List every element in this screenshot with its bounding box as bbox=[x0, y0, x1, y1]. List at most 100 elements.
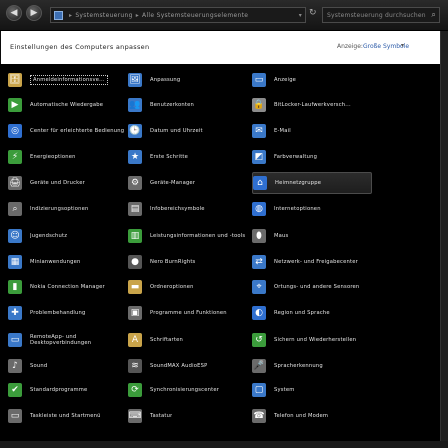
programs-features-icon: ▣ bbox=[128, 306, 142, 320]
search-input[interactable]: Systemsteuerung durchsuchen ⌕ bbox=[322, 7, 440, 23]
page-header: Einstellungen des Computers anpassen Anz… bbox=[1, 31, 440, 64]
control-panel-item[interactable]: 🔒 BitLocker-Laufwerkversch... bbox=[252, 94, 372, 116]
control-panel-item[interactable]: ⌕ Indizierungsoptionen bbox=[8, 198, 128, 220]
control-panel-item[interactable]: ▢ System bbox=[252, 379, 372, 401]
sensors-icon: ⌖ bbox=[252, 280, 266, 294]
chevron-down-icon[interactable]: ▾ bbox=[401, 42, 404, 49]
control-panel-item[interactable]: 🗄 Anmeldeinformationsve... bbox=[8, 69, 128, 91]
breadcrumb-item[interactable]: Systemsteuerung bbox=[75, 12, 132, 19]
control-panel-item[interactable]: ✔ Standardprogramme bbox=[8, 379, 128, 401]
bottom-edge bbox=[0, 441, 448, 448]
color-management-icon: ◩ bbox=[252, 150, 266, 164]
control-panel-item[interactable]: ◐ Region und Sprache bbox=[252, 302, 372, 324]
forward-button[interactable]: ▶ bbox=[26, 5, 42, 21]
fonts-icon: A bbox=[128, 333, 142, 347]
region-language-icon: ◐ bbox=[252, 306, 266, 320]
control-panel-item[interactable]: ◍ Internetoptionen bbox=[252, 198, 372, 220]
item-label: Region und Sprache bbox=[274, 309, 330, 316]
breadcrumb-chevron-icon: ▸ bbox=[69, 11, 73, 19]
item-label: Datum und Uhrzeit bbox=[150, 127, 203, 134]
control-panel-item[interactable]: ▥ Leistungsinformationen und -tools bbox=[128, 225, 250, 247]
notification-area-icon: ▤ bbox=[128, 202, 142, 216]
sync-center-icon: ⟳ bbox=[128, 383, 142, 397]
device-manager-icon: ⚙ bbox=[128, 176, 142, 190]
control-panel-item[interactable]: ✚ Problembehandlung bbox=[8, 302, 128, 324]
folder-options-icon: ▬ bbox=[128, 280, 142, 294]
control-panel-item[interactable]: ⟳ Synchronisierungscenter bbox=[128, 379, 250, 401]
breadcrumb-item[interactable]: Alle Systemsteuerungselemente bbox=[142, 12, 248, 19]
control-panel-item[interactable]: ⚙ Geräte-Manager bbox=[128, 172, 250, 194]
control-panel-item[interactable]: ⇄ Netzwerk- und Freigabecenter bbox=[252, 251, 372, 273]
item-label: Sichern und Wiederherstellen bbox=[274, 336, 357, 343]
backup-restore-icon: ↺ bbox=[252, 333, 266, 347]
control-panel-item[interactable]: ↺ Sichern und Wiederherstellen bbox=[252, 329, 372, 351]
homegroup-icon: ⌂ bbox=[253, 176, 267, 190]
control-panel-item[interactable]: ★ Erste Schritte bbox=[128, 146, 250, 168]
personalization-icon: 🖼 bbox=[128, 73, 142, 87]
control-panel-item[interactable]: ⌨ Tastatur bbox=[128, 405, 250, 427]
item-label: Jugendschutz bbox=[30, 232, 68, 239]
item-label: Center für erleichterte Bedienung bbox=[30, 127, 125, 134]
control-panel-item[interactable]: ▭ RemoteApp- und Desktopverbindungen bbox=[8, 329, 128, 351]
control-panel-item[interactable]: ⌂ Heimnetzgruppe bbox=[252, 172, 372, 194]
item-label: Automatische Wiedergabe bbox=[30, 101, 104, 108]
control-panel-item[interactable]: ☺ Jugendschutz bbox=[8, 225, 128, 247]
item-label: Synchronisierungscenter bbox=[150, 386, 220, 393]
item-label: Sound bbox=[30, 362, 48, 369]
control-panel-item[interactable]: ⌖ Ortungs- und andere Sensoren bbox=[252, 276, 372, 298]
control-panel-item[interactable]: ● Nero BurnRights bbox=[128, 251, 250, 273]
item-label: SoundMAX AudioESP bbox=[150, 362, 208, 369]
control-panel-item[interactable]: 🖨 Geräte und Drucker bbox=[8, 172, 128, 194]
item-label: E-Mail bbox=[274, 127, 291, 134]
control-panel-item[interactable]: A Schriftarten bbox=[128, 329, 250, 351]
item-label: Standardprogramme bbox=[30, 386, 88, 393]
nokia-icon: ▮ bbox=[8, 280, 22, 294]
control-panel-item[interactable]: ☎ Telefon und Modem bbox=[252, 405, 372, 427]
control-panel-item[interactable]: ≋ SoundMAX AudioESP bbox=[128, 355, 250, 377]
item-label: Telefon und Modem bbox=[274, 412, 329, 419]
item-label: Anpassung bbox=[150, 76, 181, 83]
troubleshooting-icon: ✚ bbox=[8, 306, 22, 320]
item-label: Nero BurnRights bbox=[150, 258, 196, 265]
sound-icon: ♪ bbox=[8, 359, 22, 373]
control-panel-item[interactable]: ◎ Center für erleichterte Bedienung bbox=[8, 120, 128, 142]
soundmax-icon: ≋ bbox=[128, 359, 142, 373]
refresh-icon[interactable]: ↻ bbox=[309, 8, 317, 18]
search-icon[interactable]: ⌕ bbox=[431, 10, 436, 20]
control-panel-item[interactable]: 🖼 Anpassung bbox=[128, 69, 250, 91]
item-label: Netzwerk- und Freigabecenter bbox=[274, 258, 358, 265]
item-label: Maus bbox=[274, 232, 289, 239]
getting-started-icon: ★ bbox=[128, 150, 142, 164]
control-panel-item[interactable]: ▭ Taskleiste und Startmenü bbox=[8, 405, 128, 427]
address-bar[interactable]: ▸ Systemsteuerung ▸ Alle Systemsteuerung… bbox=[50, 7, 306, 23]
control-panel-item[interactable]: ▦ Minianwendungen bbox=[8, 251, 128, 273]
item-label: Anzeige bbox=[274, 76, 297, 83]
control-panel-item[interactable]: 🎤 Spracherkennung bbox=[252, 355, 372, 377]
remoteapp-icon: ▭ bbox=[8, 333, 22, 347]
control-panel-item[interactable]: ▣ Programme und Funktionen bbox=[128, 302, 250, 324]
control-panel-item[interactable]: ▶ Automatische Wiedergabe bbox=[8, 94, 128, 116]
speech-recognition-icon: 🎤 bbox=[252, 359, 266, 373]
credential-manager-icon: 🗄 bbox=[8, 73, 22, 87]
item-label: Erste Schritte bbox=[150, 153, 189, 160]
control-panel-item[interactable]: ▮ Nokia Connection Manager bbox=[8, 276, 128, 298]
control-panel-item[interactable]: ▭ Anzeige bbox=[252, 69, 372, 91]
control-panel-item[interactable]: ♪ Sound bbox=[8, 355, 128, 377]
control-panel-item[interactable]: ✉ E-Mail bbox=[252, 120, 372, 142]
control-panel-item[interactable]: ◩ Farbverwaltung bbox=[252, 146, 372, 168]
address-dropdown-icon[interactable]: ▾ bbox=[299, 12, 302, 19]
control-panel-item[interactable]: ⚡ Energieoptionen bbox=[8, 146, 128, 168]
back-button[interactable]: ◀ bbox=[6, 5, 22, 21]
devices-printers-icon: 🖨 bbox=[8, 176, 22, 190]
item-label: Farbverwaltung bbox=[274, 153, 318, 160]
control-panel-item[interactable]: ▤ Infobereichsymbole bbox=[128, 198, 250, 220]
performance-icon: ▥ bbox=[128, 229, 142, 243]
window-toolbar: ◀ ▶ ▸ Systemsteuerung ▸ Alle Systemsteue… bbox=[0, 0, 448, 31]
control-panel-item[interactable]: ⬮ Maus bbox=[252, 225, 372, 247]
control-panel-item[interactable]: ▬ Ordneroptionen bbox=[128, 276, 250, 298]
control-panel-item[interactable]: 👥 Benutzerkonten bbox=[128, 94, 250, 116]
control-panel-item[interactable]: 🕒 Datum und Uhrzeit bbox=[128, 120, 250, 142]
bitlocker-icon: 🔒 bbox=[252, 98, 266, 112]
scrollbar[interactable] bbox=[440, 31, 448, 441]
item-label: Internetoptionen bbox=[274, 205, 321, 212]
